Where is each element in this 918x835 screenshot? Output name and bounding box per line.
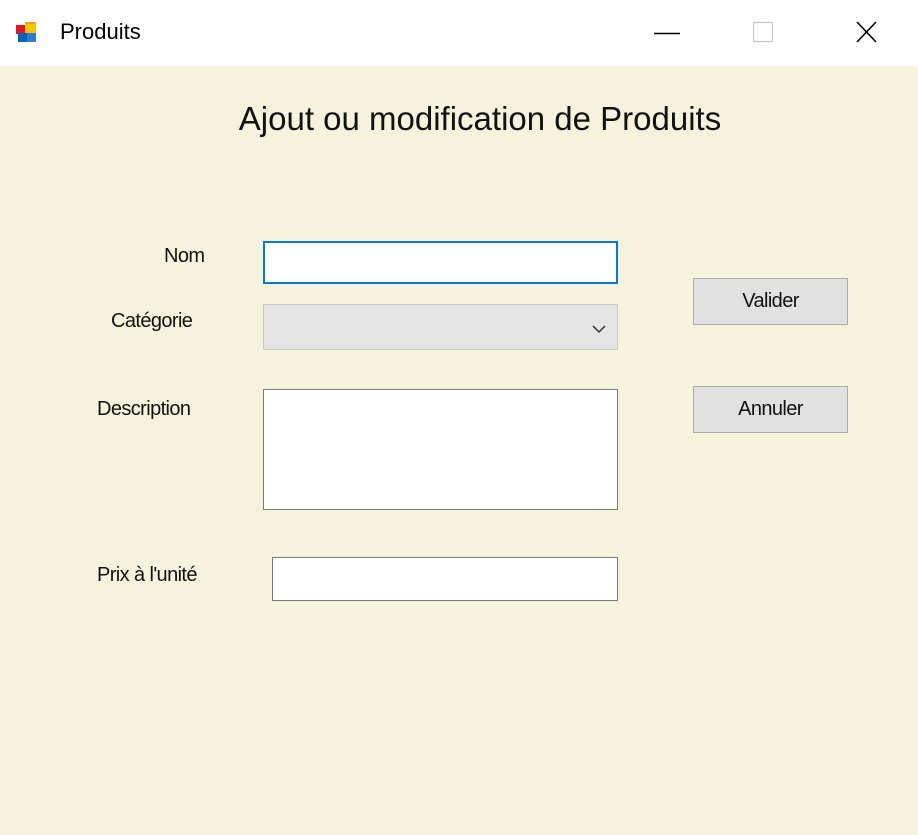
categorie-dropdown[interactable] [263, 304, 618, 350]
nom-input[interactable] [263, 241, 618, 284]
description-textarea[interactable] [263, 389, 618, 510]
close-button[interactable] [817, 0, 917, 66]
minimize-button[interactable] [617, 0, 717, 66]
description-label: Description [97, 398, 191, 420]
annuler-button[interactable]: Annuler [693, 386, 848, 433]
form-heading: Ajout ou modification de Produits [238, 100, 722, 137]
maximize-icon [752, 21, 774, 43]
categorie-label: Catégorie [111, 310, 193, 332]
window-title: Produits [60, 19, 141, 44]
valider-button[interactable]: Valider [693, 278, 848, 325]
minimize-icon [654, 32, 680, 35]
prix-label: Prix à l'unité [97, 564, 198, 586]
maximize-button[interactable] [717, 0, 817, 66]
app-icon [16, 22, 36, 42]
title-bar[interactable]: Produits [0, 0, 918, 66]
products-window: Produits Ajout ou modification de Produi… [0, 0, 918, 835]
prix-input[interactable] [272, 557, 618, 601]
chevron-down-icon[interactable] [591, 322, 607, 334]
nom-label: Nom [164, 245, 205, 267]
close-icon [856, 21, 877, 43]
